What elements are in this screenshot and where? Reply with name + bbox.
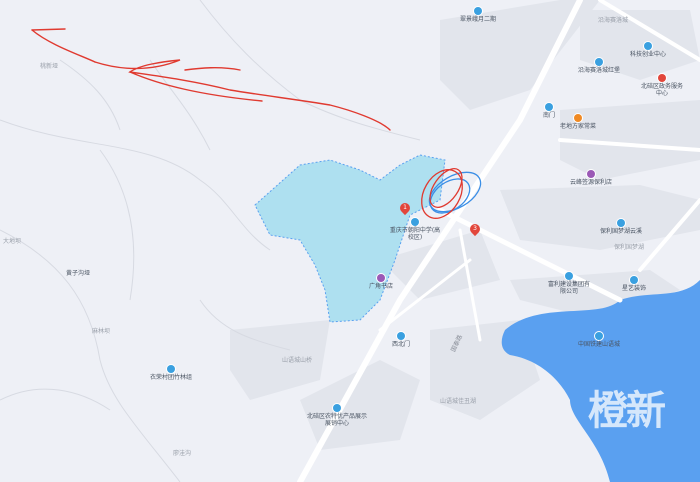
gate-icon xyxy=(545,103,553,111)
poi-jiangjia[interactable]: 翠景峨月二期 xyxy=(460,7,496,23)
label-dadiba: 大地坝 xyxy=(3,238,22,245)
poi-xingyi[interactable]: 星艺装饰 xyxy=(622,276,646,292)
label-malinba: 麻林坝 xyxy=(92,328,111,335)
watermark-logo: 橙新 xyxy=(588,387,666,434)
bookstore-icon xyxy=(377,274,385,282)
label-baoli: 保利国梦湖 xyxy=(614,244,645,251)
gate-icon xyxy=(397,332,405,340)
poi-nanmen[interactable]: 南门 xyxy=(543,103,555,119)
map-marker-1[interactable]: 1 xyxy=(397,200,413,216)
restaurant-icon xyxy=(574,114,582,122)
shop-icon xyxy=(587,170,595,178)
poi-baoli-ji[interactable]: 保利国梦湖云溪 xyxy=(600,219,642,235)
poi-xilimen[interactable]: 西北门 xyxy=(392,332,410,348)
school-icon xyxy=(411,218,419,226)
building-icon xyxy=(644,42,652,50)
poi-zhongguo[interactable]: 中国铁建山语城 xyxy=(578,332,620,348)
poi-guangjiao[interactable]: 广角书店 xyxy=(369,274,393,290)
label-liaojiagou: 廖洼沟 xyxy=(173,450,192,457)
poi-tech[interactable]: 科技创业中心 xyxy=(630,42,666,58)
poi-ma-liu[interactable]: 衣荣村团竹林组 xyxy=(150,365,192,381)
house-icon xyxy=(595,332,603,340)
label-xianzhen: 沿海赛洛城 xyxy=(598,17,629,24)
building-icon xyxy=(565,272,573,280)
label-taoxin: 桃新垭 xyxy=(40,63,59,70)
label-huangzigou: 黄子沟垭 xyxy=(66,270,91,277)
location-icon xyxy=(167,365,175,373)
shop-icon xyxy=(630,276,638,284)
house-icon xyxy=(617,219,625,227)
label-shanzhuang: 山语城山桥 xyxy=(282,357,313,364)
house-icon xyxy=(595,58,603,66)
poi-gov[interactable]: 北碚区政务服务中心 xyxy=(640,74,684,97)
gov-icon xyxy=(658,74,666,82)
house-icon xyxy=(474,7,482,15)
shop-icon xyxy=(333,404,341,412)
label-shanzhuang2: 山语城佳丑湖 xyxy=(440,398,477,405)
poi-school[interactable]: 重庆市朝阳中学(高校区) xyxy=(389,218,441,241)
poi-beibei-cy[interactable]: 北碚区农特优产品展示展销中心 xyxy=(306,404,368,427)
poi-yunfeng[interactable]: 云峰签源保利店 xyxy=(570,170,612,186)
poi-yanhai[interactable]: 沿海赛洛城红堡 xyxy=(578,58,620,74)
poi-lao[interactable]: 老地方家常菜 xyxy=(560,114,596,130)
map-marker-3[interactable]: 3 xyxy=(467,221,483,237)
map-canvas[interactable]: 桃新垭 大地坝 黄子沟垭 麻林坝 廖洼沟 山语城山桥 山语城佳丑湖 国泰路 沿海… xyxy=(0,0,700,482)
poi-fuli[interactable]: 富利建设集团有限公司 xyxy=(546,272,592,295)
